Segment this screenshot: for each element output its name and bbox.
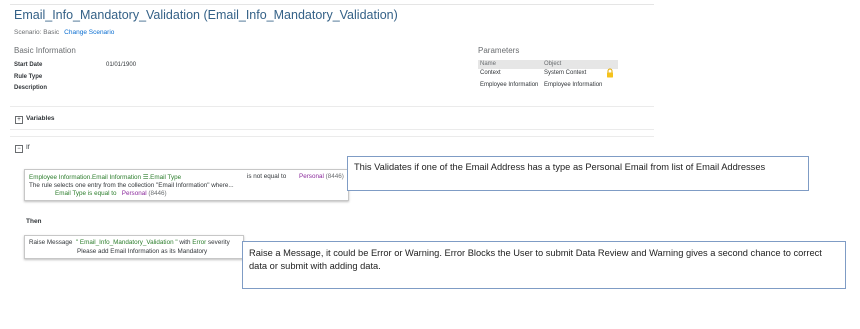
- condition-value-id: (8446): [325, 173, 344, 180]
- action-name: Raise Message: [29, 239, 73, 246]
- start-date-value: 01/01/1900: [106, 62, 137, 68]
- change-scenario-link[interactable]: Change Scenario: [64, 29, 114, 36]
- message-text: Please add Email Information as its Mand…: [77, 248, 208, 255]
- annotation-note: Raise a Message, it could be Error or Wa…: [242, 241, 846, 289]
- condition-description: The rule selects one entry from the coll…: [29, 182, 234, 189]
- table-row: Context System Context: [478, 68, 618, 81]
- description-label: Description: [14, 85, 48, 91]
- scenario-line: Scenario: Basic Change Scenario: [14, 29, 114, 36]
- lock-icon: [607, 68, 613, 78]
- condition-operator[interactable]: is not equal to: [247, 173, 286, 180]
- divider: [10, 129, 654, 130]
- variables-section-label[interactable]: Variables: [26, 115, 55, 122]
- condition-value[interactable]: Personal (8446): [299, 173, 344, 180]
- rule-type-label: Rule Type: [14, 74, 43, 80]
- if-condition-card[interactable]: Employee Information.Email Information ☰…: [24, 169, 349, 201]
- page-title: Email_Info_Mandatory_Validation (Email_I…: [14, 8, 398, 22]
- start-date-label: Start Date: [14, 62, 43, 68]
- sub-condition-field: Email Type is equal to: [55, 190, 117, 197]
- param-name: Employee Information: [480, 82, 539, 88]
- message-name: " Email_Info_Mandatory_Validation ": [75, 239, 178, 246]
- condition-value-text: Personal: [299, 173, 324, 180]
- column-header-object: Object: [544, 61, 562, 67]
- param-name: Context: [480, 70, 501, 76]
- severity-value: Error: [192, 239, 207, 246]
- action-line[interactable]: Raise Message " Email_Info_Mandatory_Val…: [29, 239, 230, 246]
- divider: [10, 106, 654, 107]
- table-row: Employee Information Employee Informatio…: [478, 81, 618, 93]
- collapse-toggle-icon[interactable]: −: [15, 145, 23, 153]
- parameters-heading: Parameters: [478, 46, 520, 55]
- then-action-card[interactable]: Raise Message " Email_Info_Mandatory_Val…: [24, 235, 244, 259]
- column-header-name: Name: [480, 61, 497, 67]
- condition-field[interactable]: Employee Information.Email Information ☰…: [29, 174, 181, 181]
- if-section-label: If: [26, 144, 30, 151]
- parameters-table: Name Object Context System Context Emplo…: [478, 60, 618, 93]
- annotation-note: This Validates if one of the Email Addre…: [347, 156, 809, 191]
- top-divider: [10, 4, 654, 5]
- expand-toggle-icon[interactable]: +: [15, 116, 23, 124]
- severity-suffix: severity: [208, 239, 230, 246]
- basic-information-heading: Basic Information: [14, 46, 76, 55]
- scenario-label: Scenario: Basic: [14, 29, 60, 36]
- sub-condition[interactable]: Email Type is equal to Personal (8446): [55, 190, 167, 197]
- param-object: System Context: [544, 70, 587, 76]
- then-section-label: Then: [26, 218, 42, 225]
- sub-condition-value: Personal: [121, 190, 147, 197]
- with-text: with: [179, 239, 191, 246]
- param-object: Employee Information: [544, 82, 603, 88]
- sub-condition-value-id: (8446): [148, 190, 167, 197]
- parameters-header-row: Name Object: [478, 60, 618, 69]
- divider: [10, 136, 654, 137]
